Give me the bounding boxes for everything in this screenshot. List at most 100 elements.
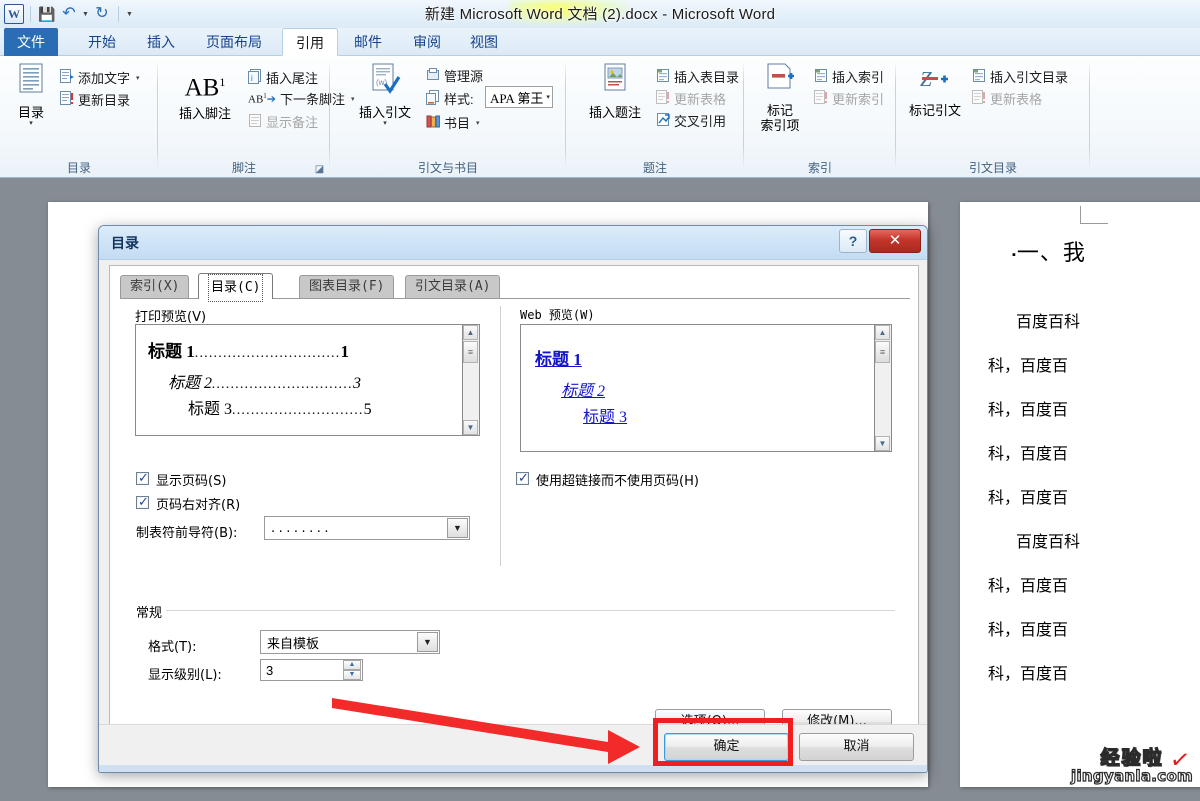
document-paragraph: 科，百度百 [988,666,1069,683]
print-entry-text: 标题 2 [168,375,213,392]
bibliography-dropdown-icon[interactable]: ▾ [476,119,480,127]
ribbon-tab-view[interactable]: 视图 [457,28,511,56]
web-preview-scrollbar[interactable]: ▲ ≡ ▼ [875,324,892,452]
format-dropdown-icon[interactable]: ▼ [417,632,438,652]
cross-reference-icon [656,112,670,129]
scroll-up-icon[interactable]: ▲ [463,325,478,340]
bibliography-label: 书目 [444,116,471,131]
cross-reference-button[interactable]: 交叉引用 [656,111,726,130]
web-preview-entry[interactable]: 标题 1 [535,345,582,370]
insert-citation-dropdown-icon[interactable]: ▾ [348,120,422,128]
dialog-tab-index[interactable]: 索引(X) [120,275,190,299]
update-table-icon-2 [972,90,986,107]
stepper-down-icon[interactable]: ▼ [343,670,361,680]
toc-dropdown-icon[interactable]: ▾ [8,120,54,128]
stepper-up-icon[interactable]: ▲ [343,660,361,670]
close-icon[interactable]: ✕ [869,229,921,253]
mark-citation-label: 标记引文 [908,103,961,118]
ribbon-tab-mailings[interactable]: 邮件 [341,28,395,56]
insert-index-button[interactable]: 插入索引 [814,67,884,86]
tab-leader-value: ........ [271,520,333,536]
document-paragraph: 科，百度百 [988,358,1069,375]
general-group-line [135,610,895,611]
style-icon [426,90,440,107]
print-preview-box: 标题 1...............................1 标题 … [135,324,463,436]
insert-endnote-button[interactable]: i 插入尾注 [248,68,318,87]
ribbon-tab-references[interactable]: 引用 [282,28,338,56]
citation-style-dropdown-icon[interactable]: ▾ [546,93,550,101]
print-preview-scrollbar[interactable]: ▲ ≡ ▼ [463,324,480,436]
use-hyperlinks-checkbox[interactable] [516,470,529,486]
ribbon-group-authorities: Z 标记引文 插入引文目录 更新表格 引文目录 [896,56,1090,178]
right-align-page-numbers-checkbox[interactable] [136,494,149,510]
manage-sources-button[interactable]: 管理源 [426,66,483,85]
mark-entry-button[interactable]: 标记 索引项 [752,62,808,133]
insert-footnote-label: 插入脚注 [178,106,231,122]
dialog-tab-toc-label: 目录(C) [208,274,264,302]
scroll-down-icon[interactable]: ▼ [463,420,478,435]
ribbon-tab-insert[interactable]: 插入 [134,28,188,56]
heading-text: 一、我 [1016,240,1086,265]
show-levels-value: 3 [266,662,274,678]
ribbon-group-captions-label: 题注 [642,161,667,175]
ribbon-group-captions: 插入题注 插入表目录 更新表格 交叉引用 题注 [566,56,744,178]
mark-citation-button[interactable]: Z 标记引文 [904,64,966,118]
print-entry-page: 5 [363,401,372,418]
ribbon-group-citations: (w) 插入引文 ▾ 管理源 样式: APA 第王 ▾ 书目 ▾ 引文与书目 [330,56,566,178]
insert-caption-label: 插入题注 [588,105,641,120]
web-preview-label: Web 预览(W) [520,308,595,322]
update-table-icon [656,90,670,107]
group-divider-6 [1089,61,1090,169]
manage-sources-icon [426,67,440,84]
insert-citation-icon: (w) [348,62,422,105]
insert-endnote-label: 插入尾注 [266,71,319,86]
scroll-thumb[interactable]: ≡ [463,341,478,363]
insert-footnote-icon: AB1 [184,74,226,102]
format-combo[interactable]: 来自模板 ▼ [260,630,440,654]
toc-button[interactable]: 目录 ▾ [8,62,54,128]
dialog-tab-authorities[interactable]: 引文目录(A) [405,275,501,299]
tab-leader-combo[interactable]: ........ ▼ [264,516,470,540]
web-preview-entry[interactable]: 标题 2 [561,377,605,401]
ribbon-tab-page-layout[interactable]: 页面布局 [193,28,275,56]
insert-table-of-authorities-icon [972,68,986,85]
insert-citation-label: 插入引文 [358,105,411,120]
insert-table-of-figures-label: 插入表目录 [674,70,740,85]
update-index-icon [814,90,828,107]
add-text-icon [60,69,74,86]
dialog-tab-table-figures[interactable]: 图表目录(F) [299,275,395,299]
show-levels-spinner[interactable]: 3 ▲ ▼ [260,659,363,681]
bibliography-button[interactable]: 书目 ▾ [426,113,480,132]
footnotes-dialog-launcher-icon[interactable]: ◪ [314,164,325,175]
add-text-dropdown-icon[interactable]: ▾ [136,74,140,82]
document-page-right[interactable]: ▪一、我 百度百科 科，百度百 科，百度百 科，百度百 科，百度百 百度百科 科… [960,202,1200,787]
update-toc-label: 更新目录 [78,93,131,108]
ribbon: 目录 ▾ 添加文字 ▾ 更新目录 目录 AB1 插入脚注 i 插入尾注 AB1➔… [0,56,1200,178]
insert-citation-button[interactable]: (w) 插入引文 ▾ [348,62,422,128]
show-levels-stepper[interactable]: ▲ ▼ [343,660,361,680]
citation-style-combo[interactable]: APA 第王 ▾ [485,86,553,108]
show-page-numbers-checkbox[interactable] [136,470,149,486]
scroll-down-icon[interactable]: ▼ [875,436,890,451]
insert-footnote-button[interactable]: AB1 插入脚注 [168,64,242,121]
mark-entry-label-line2: 索引项 [760,118,800,133]
add-text-button[interactable]: 添加文字 ▾ [60,68,140,87]
insert-caption-button[interactable]: 插入题注 [578,62,652,120]
help-button[interactable]: ? [839,229,867,253]
tab-leader-dropdown-icon[interactable]: ▼ [447,518,468,538]
cancel-button[interactable]: 取消 [799,733,914,761]
web-preview-entry[interactable]: 标题 3 [583,403,627,427]
ribbon-tab-review[interactable]: 审阅 [400,28,454,56]
ribbon-group-toc-label: 目录 [66,161,91,175]
dialog-tab-toc[interactable]: 目录(C) [198,273,274,302]
ribbon-tab-home[interactable]: 开始 [75,28,129,56]
cross-reference-label: 交叉引用 [674,114,727,129]
scroll-up-icon[interactable]: ▲ [875,325,890,340]
update-toc-button[interactable]: 更新目录 [60,90,130,109]
print-entry-text: 标题 3 [188,401,233,418]
insert-table-of-authorities-button[interactable]: 插入引文目录 [972,67,1068,86]
insert-table-of-figures-button[interactable]: 插入表目录 [656,67,739,86]
scroll-thumb[interactable]: ≡ [875,341,890,363]
mark-entry-label-line1: 标记 [766,103,793,118]
ribbon-tab-file[interactable]: 文件 [4,28,58,56]
